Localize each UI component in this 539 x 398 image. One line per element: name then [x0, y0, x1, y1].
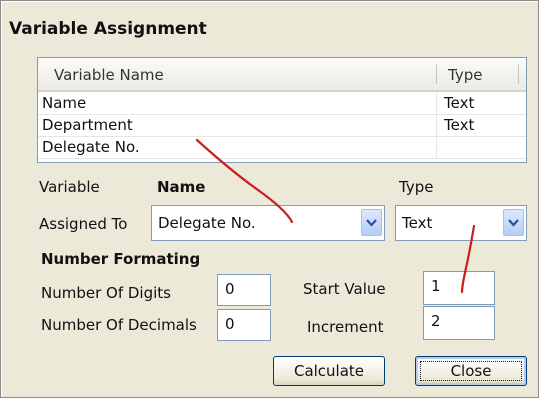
- variable-value: Name: [157, 178, 206, 196]
- list-header: Variable Name Type: [38, 58, 526, 92]
- chevron-down-icon[interactable]: [361, 209, 382, 236]
- assigned-to-value: Delegate No.: [158, 214, 256, 232]
- number-of-digits-field[interactable]: 0: [217, 274, 271, 306]
- list-item-type: Text: [444, 94, 475, 112]
- list-item-name: Name: [42, 94, 87, 112]
- list-item[interactable]: Name Text: [38, 92, 526, 115]
- increment-field[interactable]: 2: [423, 306, 495, 340]
- number-of-decimals-value: 0: [225, 315, 235, 333]
- dialog-title: Variable Assignment: [9, 19, 207, 39]
- column-divider[interactable]: [436, 64, 437, 84]
- increment-label: Increment: [307, 318, 384, 336]
- list-item-name: Delegate No.: [42, 138, 140, 156]
- number-of-decimals-label: Number Of Decimals: [41, 316, 197, 334]
- chevron-down-icon[interactable]: [503, 209, 524, 236]
- column-divider[interactable]: [518, 64, 519, 84]
- column-header-type[interactable]: Type: [448, 66, 482, 84]
- start-value-field[interactable]: 1: [423, 271, 495, 305]
- close-button[interactable]: Close: [415, 356, 527, 386]
- type-label: Type: [399, 178, 434, 196]
- assigned-to-dropdown[interactable]: Delegate No.: [151, 205, 385, 241]
- variable-assignment-dialog: Variable Assignment Variable Name Type N…: [0, 0, 539, 398]
- list-item[interactable]: Delegate No.: [38, 136, 526, 159]
- list-item-name: Department: [42, 116, 133, 134]
- calculate-button[interactable]: Calculate: [273, 356, 385, 386]
- type-dropdown[interactable]: Text: [395, 205, 527, 241]
- number-of-digits-label: Number Of Digits: [41, 284, 171, 302]
- variables-list[interactable]: Variable Name Type Name Text Department …: [37, 57, 527, 163]
- start-value-label: Start Value: [303, 280, 386, 298]
- number-of-digits-value: 0: [225, 280, 235, 298]
- variable-label: Variable: [39, 178, 100, 196]
- number-formatting-heading: Number Formating: [41, 250, 201, 268]
- start-value-value: 1: [431, 277, 441, 295]
- column-header-variable-name[interactable]: Variable Name: [54, 66, 164, 84]
- list-item[interactable]: Department Text: [38, 114, 526, 137]
- number-of-decimals-field[interactable]: 0: [217, 309, 271, 341]
- assigned-to-label: Assigned To: [39, 215, 128, 233]
- list-item-type: Text: [444, 116, 475, 134]
- close-button-label: Close: [450, 362, 492, 380]
- increment-value: 2: [431, 312, 441, 330]
- type-value: Text: [402, 214, 433, 232]
